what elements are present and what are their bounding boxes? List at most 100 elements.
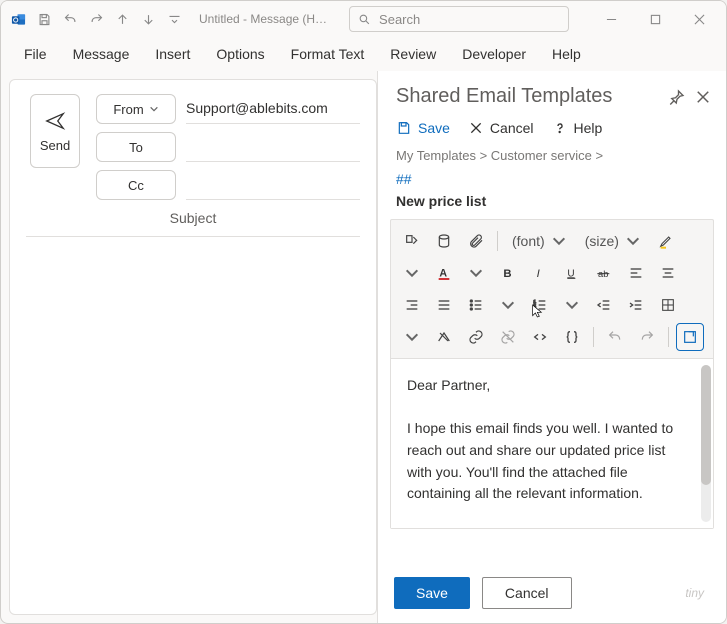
menu-file[interactable]: File xyxy=(11,40,60,68)
send-icon xyxy=(44,110,66,132)
outlook-logo-icon xyxy=(7,8,29,30)
subject-row[interactable]: Subject xyxy=(26,210,360,237)
rich-editor: (font) (size) A B I U ab 123 xyxy=(390,219,714,529)
menu-review[interactable]: Review xyxy=(377,40,449,68)
search-placeholder: Search xyxy=(379,12,420,27)
breadcrumbs[interactable]: My Templates > Customer service > xyxy=(378,146,726,171)
bullet-list-dropdown-icon[interactable] xyxy=(495,292,521,318)
body-paragraph: I hope this email finds you well. I want… xyxy=(407,418,677,505)
send-label: Send xyxy=(40,138,70,153)
svg-text:A: A xyxy=(439,267,447,279)
bold-icon[interactable]: B xyxy=(495,260,521,286)
highlight-dropdown-icon[interactable] xyxy=(399,260,425,286)
minimise-button[interactable] xyxy=(590,5,632,33)
app-window: Untitled - Message (H… Search File Messa… xyxy=(0,0,727,624)
title-bar: Untitled - Message (H… Search xyxy=(1,1,726,37)
align-right-icon[interactable] xyxy=(399,292,425,318)
subject-label: Subject xyxy=(170,210,217,226)
from-value[interactable]: Support@ablebits.com xyxy=(186,94,360,124)
align-justify-icon[interactable] xyxy=(431,292,457,318)
cc-button[interactable]: Cc xyxy=(96,170,176,200)
pin-icon[interactable] xyxy=(668,88,686,106)
qat-redo-icon[interactable] xyxy=(85,8,107,30)
menu-bar: File Message Insert Options Format Text … xyxy=(1,37,726,71)
attach-icon[interactable] xyxy=(463,228,489,254)
save-icon xyxy=(396,120,412,136)
menu-message[interactable]: Message xyxy=(60,40,143,68)
to-button[interactable]: To xyxy=(96,132,176,162)
braces-icon[interactable] xyxy=(559,324,585,350)
qat-save-icon[interactable] xyxy=(33,8,55,30)
svg-text:I: I xyxy=(537,268,541,280)
source-code-icon[interactable] xyxy=(527,324,553,350)
unlink-icon[interactable] xyxy=(495,324,521,350)
table-icon[interactable] xyxy=(655,292,681,318)
redo-icon[interactable] xyxy=(634,324,660,350)
chevron-down-icon xyxy=(149,104,159,114)
send-button[interactable]: Send xyxy=(30,94,80,168)
qat-down-icon[interactable] xyxy=(137,8,159,30)
footer-cancel-button[interactable]: Cancel xyxy=(482,577,572,609)
menu-developer[interactable]: Developer xyxy=(449,40,539,68)
toolbar-cancel[interactable]: Cancel xyxy=(468,120,534,136)
search-box[interactable]: Search xyxy=(349,6,569,32)
footer-save-button[interactable]: Save xyxy=(394,577,470,609)
help-icon xyxy=(552,120,568,136)
template-title[interactable]: New price list xyxy=(378,193,726,219)
italic-icon[interactable]: I xyxy=(527,260,553,286)
bullet-list-icon[interactable] xyxy=(463,292,489,318)
pane-footer: Save Cancel tiny xyxy=(378,563,726,623)
svg-text:U: U xyxy=(567,268,574,279)
indent-decrease-icon[interactable] xyxy=(591,292,617,318)
pane-close-icon[interactable] xyxy=(694,88,712,106)
menu-format-text[interactable]: Format Text xyxy=(278,40,378,68)
qat-up-icon[interactable] xyxy=(111,8,133,30)
menu-options[interactable]: Options xyxy=(203,40,277,68)
shortcut-hash[interactable]: ## xyxy=(378,171,726,193)
editor-scrollbar-thumb[interactable] xyxy=(701,365,711,485)
body-greeting: Dear Partner, xyxy=(407,375,697,397)
editor-body[interactable]: Dear Partner, I hope this email finds yo… xyxy=(391,358,713,528)
pane-title: Shared Email Templates xyxy=(396,85,612,108)
templates-pane: Shared Email Templates Save Cancel He xyxy=(377,71,726,623)
font-family-select[interactable]: (font) xyxy=(506,228,573,254)
underline-icon[interactable]: U xyxy=(559,260,585,286)
table-dropdown-icon[interactable] xyxy=(399,324,425,350)
cc-input[interactable] xyxy=(186,170,360,200)
insert-macro-icon[interactable] xyxy=(399,228,425,254)
qat-customise-icon[interactable] xyxy=(163,8,185,30)
expand-editor-icon[interactable] xyxy=(677,324,703,350)
svg-text:B: B xyxy=(503,268,511,280)
link-icon[interactable] xyxy=(463,324,489,350)
from-button[interactable]: From xyxy=(96,94,176,124)
window-controls xyxy=(590,5,720,33)
qat-undo-icon[interactable] xyxy=(59,8,81,30)
numbered-list-dropdown-icon[interactable] xyxy=(559,292,585,318)
highlight-icon[interactable] xyxy=(653,228,679,254)
align-center-icon[interactable] xyxy=(655,260,681,286)
close-button[interactable] xyxy=(678,5,720,33)
maximise-button[interactable] xyxy=(634,5,676,33)
font-color-dropdown-icon[interactable] xyxy=(463,260,489,286)
search-icon xyxy=(358,13,371,26)
chevron-down-icon xyxy=(551,233,567,249)
strikethrough-icon[interactable]: ab xyxy=(591,260,617,286)
menu-insert[interactable]: Insert xyxy=(142,40,203,68)
menu-help[interactable]: Help xyxy=(539,40,594,68)
numbered-list-icon[interactable]: 123 xyxy=(527,292,553,318)
chevron-down-icon xyxy=(625,233,641,249)
cancel-icon xyxy=(468,120,484,136)
window-title: Untitled - Message (H… xyxy=(199,12,327,26)
toolbar-save[interactable]: Save xyxy=(396,120,450,136)
toolbar-help[interactable]: Help xyxy=(552,120,603,136)
indent-increase-icon[interactable] xyxy=(623,292,649,318)
font-size-select[interactable]: (size) xyxy=(579,228,647,254)
align-left-icon[interactable] xyxy=(623,260,649,286)
undo-icon[interactable] xyxy=(602,324,628,350)
clear-formatting-icon[interactable] xyxy=(431,324,457,350)
dataset-icon[interactable] xyxy=(431,228,457,254)
font-color-icon[interactable]: A xyxy=(431,260,457,286)
to-input[interactable] xyxy=(186,132,360,162)
pane-toolbar: Save Cancel Help xyxy=(378,116,726,146)
editor-toolbar: (font) (size) A B I U ab 123 xyxy=(391,220,713,358)
